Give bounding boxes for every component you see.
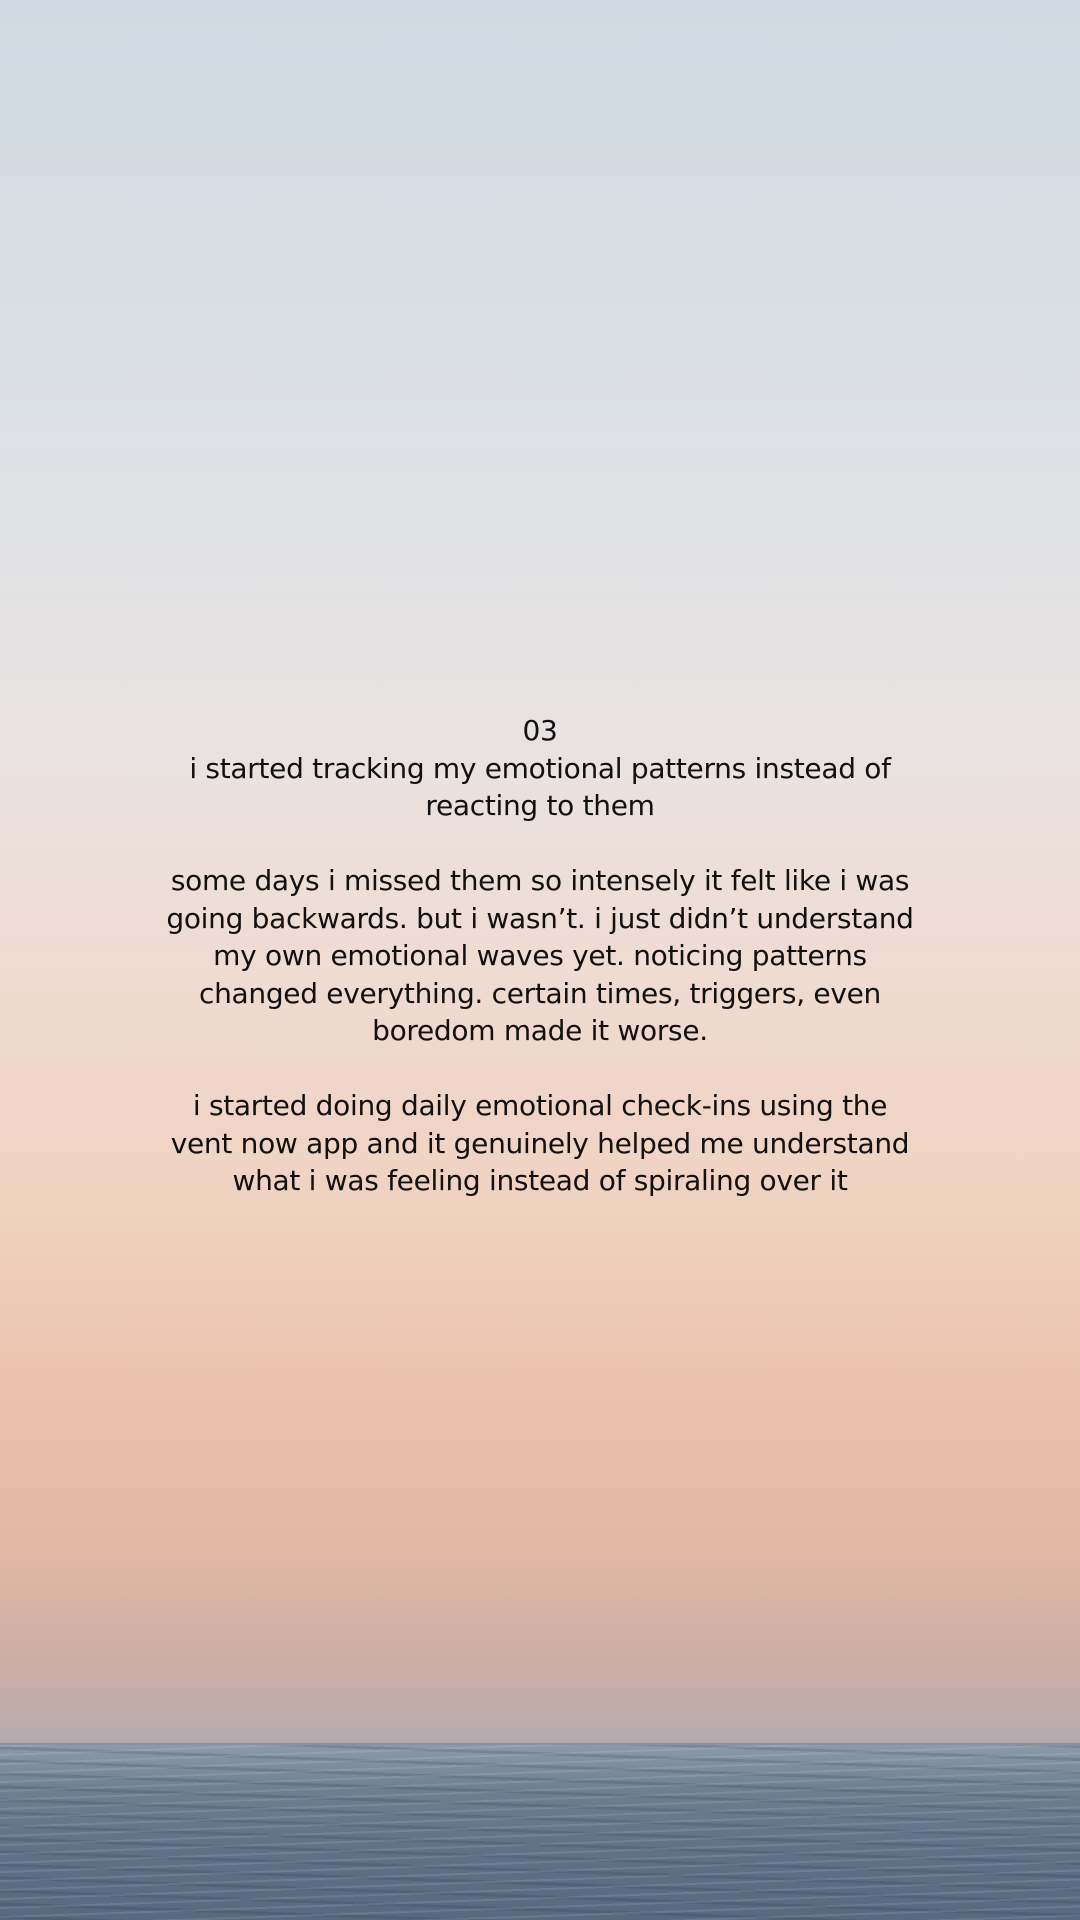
post-heading: i started tracking my emotional patterns… — [189, 751, 891, 823]
post-number: 03 — [522, 714, 558, 747]
post-paragraph-2: i started doing daily emotional check-in… — [170, 1089, 910, 1197]
post-paragraph-1: some days i missed them so intensely it … — [166, 864, 914, 1047]
horizon-haze — [0, 1560, 1080, 1745]
sea-water — [0, 1745, 1080, 1920]
caption-text-block: 03 i started tracking my emotional patte… — [140, 712, 940, 1200]
